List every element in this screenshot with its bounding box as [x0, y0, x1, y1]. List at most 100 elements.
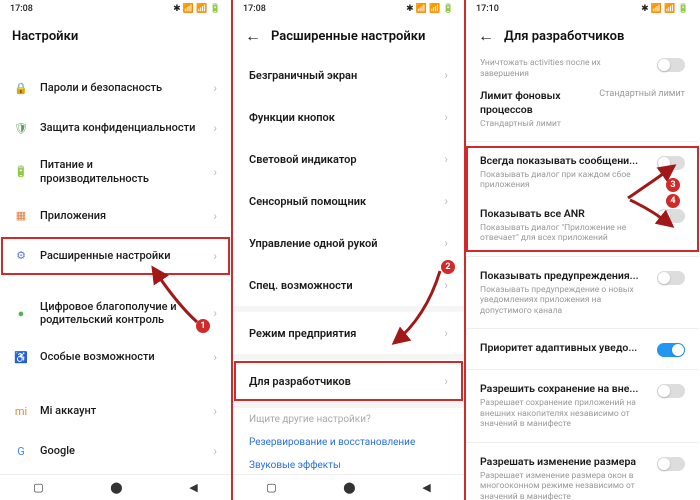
- settings-row[interactable]: ● Цифровое благополучие и родительский ко…: [0, 290, 231, 338]
- nav-back[interactable]: ◀: [189, 481, 197, 494]
- row-sub: Разрешает сохранение приложений на внешн…: [480, 398, 649, 430]
- settings-row[interactable]: 🔒Пароли и безопасность›: [0, 68, 231, 108]
- toggle[interactable]: [657, 384, 685, 398]
- row-label: Пароли и безопасность: [40, 81, 201, 95]
- row-label: Для разработчиков: [249, 375, 351, 388]
- developer-row[interactable]: Показывать все ANRПоказывать диалог "При…: [466, 199, 699, 252]
- status-time: 17:10: [476, 4, 499, 14]
- chevron-right-icon: ›: [213, 444, 217, 458]
- advanced-row[interactable]: Спец. возможности ›: [233, 264, 464, 306]
- row-label: Приложения: [40, 209, 201, 223]
- nav-home[interactable]: ⬤: [343, 481, 355, 494]
- developer-row[interactable]: Разрешать изменение размера Разрешает изм…: [466, 447, 699, 500]
- row-title: Разрешить сохранение на вне...: [480, 382, 649, 396]
- system-nav: ▢ ⬤ ◀: [233, 474, 464, 500]
- chevron-right-icon: ›: [213, 249, 217, 263]
- row-icon: 🔋: [14, 165, 28, 179]
- settings-row[interactable]: ⚙Расширенные настройки›: [0, 236, 231, 276]
- chevron-right-icon: ›: [444, 278, 448, 292]
- row-label: Безграничный экран: [249, 69, 357, 82]
- row-label: Защита конфиденциальности: [40, 121, 201, 135]
- chevron-right-icon: ›: [213, 404, 217, 418]
- settings-row[interactable]: miMi аккаунт›: [0, 391, 231, 431]
- link-sound[interactable]: Звуковые эффекты: [249, 454, 448, 474]
- toggle[interactable]: [657, 457, 685, 471]
- row-label: Функции кнопок: [249, 111, 335, 124]
- titlebar: Настройки: [0, 18, 231, 54]
- highlighted-group: Всегда показывать сообщени...Показывать …: [466, 146, 699, 252]
- developer-row[interactable]: Показывать предупреждения...Показывать п…: [466, 261, 699, 325]
- row-label: Режим предприятия: [249, 327, 356, 340]
- developer-list[interactable]: Уничтожать activities после их завершени…: [466, 54, 699, 500]
- chevron-right-icon: ›: [213, 165, 217, 179]
- toggle[interactable]: [657, 343, 685, 357]
- nav-home[interactable]: ⬤: [110, 481, 122, 494]
- toggle[interactable]: [657, 156, 685, 170]
- row-title: Разрешать изменение размера: [480, 455, 649, 469]
- developer-row[interactable]: Всегда показывать сообщени...Показывать …: [466, 146, 699, 199]
- row-label: Световой индикатор: [249, 153, 357, 166]
- settings-row[interactable]: ♿ Особые возможности ›: [0, 337, 231, 377]
- advanced-row[interactable]: Для разработчиков ›: [233, 360, 464, 402]
- row-label: Google: [40, 444, 201, 458]
- settings-row[interactable]: G Google ›: [0, 431, 231, 471]
- chevron-right-icon: ›: [444, 326, 448, 340]
- toggle[interactable]: [657, 58, 685, 72]
- chevron-right-icon: ›: [444, 236, 448, 250]
- row-label: Расширенные настройки: [40, 249, 201, 263]
- row-label: Цифровое благополучие и родительский кон…: [40, 300, 201, 328]
- back-button[interactable]: ←: [245, 26, 261, 46]
- row-label: Питание и производительность: [40, 158, 201, 186]
- chevron-right-icon: ›: [444, 194, 448, 208]
- row-bg-limit[interactable]: Лимит фоновых процессов Стандартный лими…: [466, 81, 699, 137]
- link-backup[interactable]: Резервирование и восстановление: [249, 431, 448, 454]
- pane-advanced: 17:08 ✱ 📶 📶 🔋 ← Расширенные настройки Бе…: [233, 0, 466, 500]
- chevron-right-icon: ›: [444, 110, 448, 124]
- row-icon: 🛡: [14, 121, 28, 135]
- pane-settings: 17:08 ✱ 📶 📶 🔋 Настройки 🔒Пароли и безопа…: [0, 0, 233, 500]
- row-icon: ●: [14, 306, 28, 320]
- row-label: Особые возможности: [40, 350, 201, 364]
- toggle[interactable]: [657, 209, 685, 223]
- advanced-row[interactable]: Сенсорный помощник›: [233, 180, 464, 222]
- advanced-row[interactable]: Управление одной рукой›: [233, 222, 464, 264]
- advanced-row[interactable]: Функции кнопок ›: [233, 96, 464, 138]
- developer-row[interactable]: Приоритет адаптивных уведо...: [466, 333, 699, 365]
- row-title: Приоритет адаптивных уведо...: [480, 341, 649, 355]
- status-bar: 17:08 ✱ 📶 📶 🔋: [233, 0, 464, 18]
- nav-recents[interactable]: ▢: [33, 481, 43, 494]
- nav-recents[interactable]: ▢: [266, 481, 276, 494]
- status-bar: 17:08 ✱ 📶 📶 🔋: [0, 0, 231, 18]
- status-icons: ✱ 📶 📶 🔋: [173, 4, 221, 14]
- row-icon: ♿: [14, 350, 28, 364]
- nav-back[interactable]: ◀: [422, 481, 430, 494]
- chevron-right-icon: ›: [213, 121, 217, 135]
- row-label: Спец. возможности: [249, 279, 353, 292]
- page-title: Расширенные настройки: [271, 29, 425, 44]
- toggle[interactable]: [657, 271, 685, 285]
- back-button[interactable]: ←: [478, 26, 494, 46]
- advanced-list[interactable]: Безграничный экран›Функции кнопок›Светов…: [233, 54, 464, 474]
- developer-row[interactable]: Разрешить сохранение на вне... Разрешает …: [466, 374, 699, 438]
- row-sub: Показывать диалог при каждом сбое прилож…: [480, 170, 649, 191]
- row-icon: G: [14, 444, 28, 458]
- settings-list[interactable]: 🔒Пароли и безопасность› 🛡 Защита конфиденц…: [0, 54, 231, 474]
- settings-row[interactable]: 🛡 Защита конфиденциальности ›: [0, 108, 231, 148]
- advanced-row[interactable]: Световой индикатор ›: [233, 138, 464, 180]
- row-title: Показывать все ANR: [480, 207, 649, 221]
- chevron-right-icon: ›: [213, 350, 217, 364]
- page-title: Для разработчиков: [504, 29, 624, 44]
- advanced-row[interactable]: Режим предприятия ›: [233, 312, 464, 354]
- search-hint[interactable]: Ищите другие настройки?: [233, 408, 464, 431]
- settings-row[interactable]: 🔋 Питание и производительность ›: [0, 148, 231, 196]
- chevron-right-icon: ›: [213, 306, 217, 320]
- system-nav: ▢ ⬤ ◀: [0, 474, 231, 500]
- settings-row[interactable]: ▦Приложения›: [0, 196, 231, 236]
- row-icon: ▦: [14, 209, 28, 223]
- advanced-row[interactable]: Безграничный экран›: [233, 54, 464, 96]
- row-destroy-activities[interactable]: Уничтожать activities после их завершени…: [466, 54, 699, 81]
- row-sub: Разрешает изменение размера окон в много…: [480, 471, 649, 500]
- chevron-right-icon: ›: [444, 374, 448, 388]
- page-title: Настройки: [12, 29, 78, 44]
- chevron-right-icon: ›: [444, 152, 448, 166]
